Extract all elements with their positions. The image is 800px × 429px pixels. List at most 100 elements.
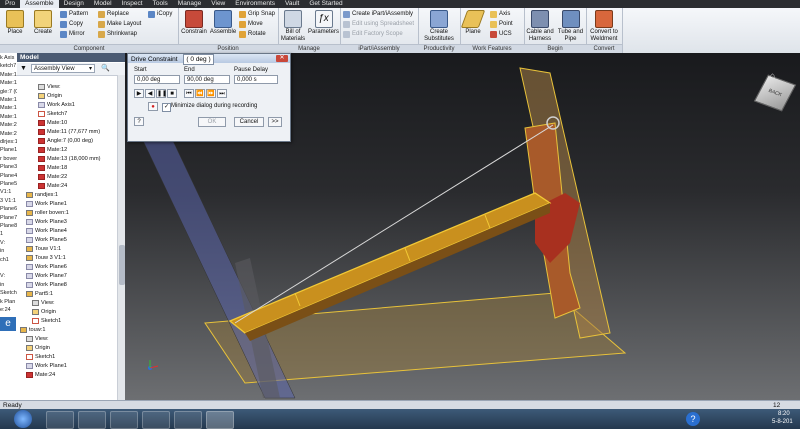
tree-node[interactable]: Mate:18 <box>38 164 67 172</box>
tree-node[interactable]: Mate:12 <box>38 146 67 154</box>
tree-node[interactable]: Work Plane5 <box>26 236 67 244</box>
pause-delay-field[interactable]: 0,000 s <box>234 75 278 84</box>
tree-node[interactable]: View: <box>26 335 49 343</box>
tree-node[interactable]: Mate:22 <box>38 173 67 181</box>
tab-design[interactable]: Design <box>59 0 89 8</box>
plane-button[interactable]: Plane <box>460 10 486 36</box>
ipart-panel-title[interactable]: iPart/iAssembly <box>340 44 418 53</box>
tree-node[interactable]: Work Plane6 <box>26 263 67 271</box>
grip-snap-button[interactable]: Grip Snap <box>239 10 275 18</box>
step-back-button[interactable]: ⏪ <box>195 89 205 98</box>
place-button[interactable]: Place <box>2 10 28 36</box>
tree-node[interactable]: Work Axis1 <box>38 101 75 109</box>
tab-inspect[interactable]: Inspect <box>117 0 148 8</box>
tree-node[interactable]: Work Plane3 <box>26 218 67 226</box>
create-button[interactable]: Create <box>30 10 56 36</box>
edit-factory-scope-button[interactable]: Edit Factory Scope <box>343 30 403 38</box>
tree-node[interactable]: Work Plane8 <box>26 281 67 289</box>
copy-button[interactable]: Copy <box>60 20 83 28</box>
find-icon[interactable]: 🔍 <box>101 64 110 72</box>
tab-tools[interactable]: Tools <box>148 0 173 8</box>
constrain-button[interactable]: Constrain <box>180 10 208 36</box>
tube-pipe-button[interactable]: Tube and Pipe <box>556 10 585 43</box>
help-icon[interactable]: ? <box>134 117 144 126</box>
tree-node[interactable]: Mate:13 (18,000 mm) <box>38 155 100 163</box>
tree-node[interactable]: Work Plane4 <box>26 227 67 235</box>
make-layout-button[interactable]: Make Layout <box>98 20 141 28</box>
rotate-button[interactable]: Rotate <box>239 30 266 38</box>
start-field[interactable]: 0,00 deg <box>134 75 180 84</box>
convert-weldment-button[interactable]: Convert to Weldment <box>587 10 621 43</box>
productivity-panel-title[interactable]: Productivity <box>418 44 460 53</box>
tree-node[interactable]: Origin <box>38 92 62 100</box>
tree-node[interactable]: View: <box>32 299 55 307</box>
assembly-view-dropdown[interactable]: Assembly View ▾ <box>31 64 95 73</box>
edit-spreadsheet-button[interactable]: Edit using Spreadsheet <box>343 20 414 28</box>
create-ipart-button[interactable]: Create iPart/iAssembly <box>343 10 413 18</box>
cable-harness-button[interactable]: Cable and Harness <box>525 10 555 43</box>
minimize-checkbox[interactable]: ✓ <box>162 103 171 112</box>
tree-node[interactable]: Sketch1 <box>32 317 61 325</box>
tab-manage[interactable]: Manage <box>173 0 207 8</box>
component-panel-title[interactable]: Component <box>0 44 178 53</box>
tree-node[interactable]: Sketch1 <box>26 353 55 361</box>
mirror-button[interactable]: Mirror <box>60 30 85 38</box>
tree-node[interactable]: Origin <box>26 344 50 352</box>
tree-node[interactable]: Sketch7 <box>38 110 67 118</box>
tree-node[interactable]: Work Plane1 <box>26 362 67 370</box>
move-button[interactable]: Move <box>239 20 263 28</box>
tree-node[interactable]: Part5:1 <box>26 290 53 298</box>
cancel-button[interactable]: Cancel <box>234 117 264 127</box>
tree-node[interactable]: roller boven:1 <box>26 209 69 217</box>
step-forward-button[interactable]: ⏩ <box>206 89 216 98</box>
acrobat-taskbar-icon[interactable] <box>174 411 202 429</box>
assemble-button[interactable]: Assemble <box>209 10 237 36</box>
tab-get-started[interactable]: Get Started <box>304 0 347 8</box>
tree-node[interactable]: touw:1 <box>20 326 45 334</box>
shrinkwrap-button[interactable]: Shrinkwrap <box>98 30 137 38</box>
help-taskbar-icon[interactable]: ? <box>686 412 700 426</box>
dialog-titlebar[interactable]: Drive Constraint ( 0 deg ) ✕ <box>128 54 290 65</box>
home-icon[interactable]: ⌂ <box>770 71 775 80</box>
point-button[interactable]: Point <box>490 20 513 28</box>
start-button[interactable] <box>14 410 32 428</box>
close-icon[interactable]: ✕ <box>276 55 288 62</box>
work-features-panel-title[interactable]: Work Features <box>460 44 524 53</box>
pattern-button[interactable]: Pattern <box>60 10 88 18</box>
explorer-taskbar-icon[interactable] <box>78 411 106 429</box>
media-taskbar-icon[interactable] <box>110 411 138 429</box>
forward-button[interactable]: ▶ <box>134 89 144 98</box>
ie-taskbar-icon[interactable] <box>46 411 74 429</box>
tab-environments[interactable]: Environments <box>230 0 280 8</box>
stop-button[interactable]: ■ <box>167 89 177 98</box>
icopy-button[interactable]: iCopy <box>148 10 172 18</box>
manage-panel-title[interactable]: Manage <box>278 44 340 53</box>
go-to-start-button[interactable]: ⏮ <box>184 89 194 98</box>
tree-node[interactable]: Mate:11 (77,677 mm) <box>38 128 100 136</box>
axis-button[interactable]: Axis <box>490 10 510 18</box>
tree-node[interactable]: Mate:24 <box>38 182 67 190</box>
begin-panel-title[interactable]: Begin <box>524 44 586 53</box>
tree-node[interactable]: Origin <box>32 308 56 316</box>
ucs-button[interactable]: UCS <box>490 30 512 38</box>
pause-button[interactable]: ❚❚ <box>156 89 167 98</box>
tree-node[interactable]: randjes:1 <box>26 191 58 199</box>
convert-panel-title[interactable]: Convert <box>586 44 622 53</box>
tab-view[interactable]: View <box>206 0 230 8</box>
end-field[interactable]: 90,00 deg <box>184 75 230 84</box>
tab-pro[interactable]: Pro <box>0 0 20 8</box>
tree-node[interactable]: Angle:7 (0,00 deg) <box>38 137 93 145</box>
tree-node[interactable]: Work Plane7 <box>26 272 67 280</box>
tree-node[interactable]: Work Plane1 <box>26 200 67 208</box>
tree-node[interactable]: Touw V1:1 <box>26 245 61 253</box>
tab-assemble[interactable]: Assemble <box>20 0 59 8</box>
more-options-button[interactable]: >> <box>268 117 282 127</box>
ok-button[interactable]: OK <box>198 117 226 127</box>
tree-node[interactable]: Touw 3 V1:1 <box>26 254 66 262</box>
bill-of-materials-button[interactable]: Bill of Materials <box>279 10 307 43</box>
filter-icon[interactable]: ▼ <box>20 65 27 72</box>
position-panel-title[interactable]: Position <box>178 44 278 53</box>
record-button[interactable]: ● <box>148 102 158 111</box>
create-substitutes-button[interactable]: Create Substitutes <box>419 10 459 43</box>
parameters-button[interactable]: ƒx Parameters <box>308 10 339 36</box>
